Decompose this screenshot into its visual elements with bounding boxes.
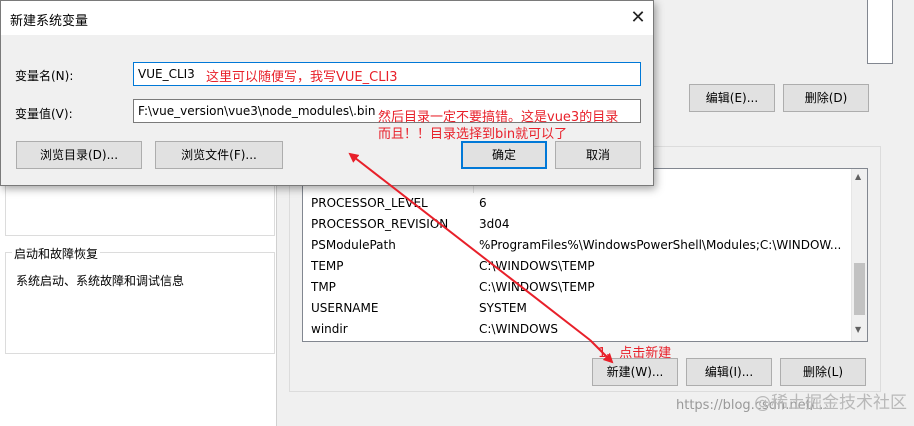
arrow-to-value-field — [348, 152, 591, 341]
arrow-to-new-button — [589, 339, 614, 364]
annotation-arrows — [348, 152, 614, 364]
site-watermark: @稀土掘金技术社区 — [754, 393, 907, 413]
